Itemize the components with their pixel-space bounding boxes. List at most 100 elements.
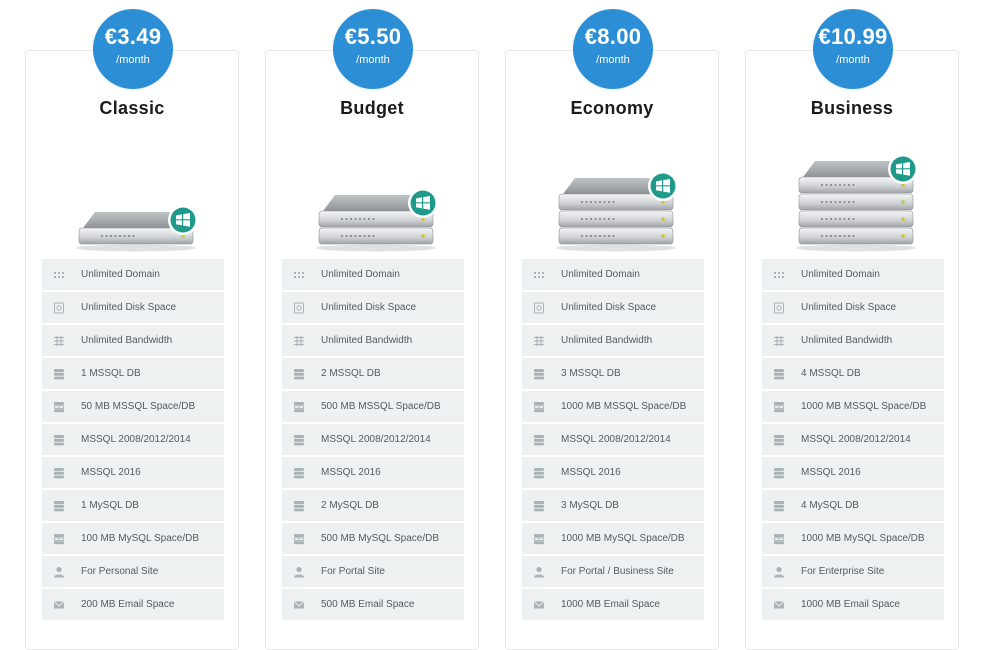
user-icon xyxy=(773,566,785,578)
email-icon xyxy=(293,599,305,611)
database-icon xyxy=(53,467,65,479)
feature-row-500-mb-mysql-space-db: 500 MB MySQL Space/DB xyxy=(282,523,464,554)
feature-row-unlimited-disk-space: Unlimited Disk Space xyxy=(42,292,224,323)
plan-title: Budget xyxy=(340,98,404,118)
feature-label: 500 MB MySQL Space/DB xyxy=(321,533,440,544)
price-period: /month xyxy=(836,54,870,66)
feature-row-unlimited-disk-space: Unlimited Disk Space xyxy=(762,292,944,323)
db-space-icon xyxy=(773,533,785,545)
feature-label: Unlimited Bandwidth xyxy=(561,335,653,346)
db-space-icon xyxy=(773,401,785,413)
feature-row-mssql-2008-2012-2014: MSSQL 2008/2012/2014 xyxy=(762,424,944,455)
feature-label: Unlimited Domain xyxy=(321,269,400,280)
feature-label: 1 MSSQL DB xyxy=(81,368,141,379)
price-amount: €10.99 xyxy=(818,24,888,49)
windows-icon xyxy=(648,171,678,201)
feature-label: MSSQL 2008/2012/2014 xyxy=(321,434,431,445)
feature-row-for-portal-business-site: For Portal / Business Site xyxy=(522,556,704,587)
domain-icon xyxy=(293,269,305,281)
database-icon xyxy=(533,368,545,380)
plan-card-classic: €3.49 /month Classic Unlimited Domain Unl… xyxy=(25,9,239,650)
feature-row-1-mysql-db: 1 MySQL DB xyxy=(42,490,224,521)
feature-row-unlimited-disk-space: Unlimited Disk Space xyxy=(522,292,704,323)
feature-label: Unlimited Bandwidth xyxy=(801,335,893,346)
feature-label: MSSQL 2008/2012/2014 xyxy=(801,434,911,445)
feature-label: 1000 MB MySQL Space/DB xyxy=(801,533,925,544)
feature-label: 3 MySQL DB xyxy=(561,500,619,511)
price-badge: €10.99 /month xyxy=(813,9,893,89)
windows-icon xyxy=(888,154,918,184)
feature-row-unlimited-bandwidth: Unlimited Bandwidth xyxy=(42,325,224,356)
feature-row-for-enterprise-site: For Enterprise Site xyxy=(762,556,944,587)
bandwidth-icon xyxy=(533,335,545,347)
feature-row-for-personal-site: For Personal Site xyxy=(42,556,224,587)
plan-title: Economy xyxy=(570,98,654,118)
price-amount: €5.50 xyxy=(344,24,402,49)
email-icon xyxy=(53,599,65,611)
domain-icon xyxy=(533,269,545,281)
bandwidth-icon xyxy=(53,335,65,347)
feature-list: Unlimited Domain Unlimited Disk Space Unli… xyxy=(762,259,944,622)
feature-label: 1000 MB MSSQL Space/DB xyxy=(801,401,927,412)
feature-label: 1000 MB Email Space xyxy=(801,599,900,610)
server-illustration xyxy=(796,154,918,252)
user-icon xyxy=(533,566,545,578)
plan-title: Business xyxy=(810,98,894,118)
db-space-icon xyxy=(53,401,65,413)
feature-row-unlimited-bandwidth: Unlimited Bandwidth xyxy=(282,325,464,356)
feature-row-unlimited-domain: Unlimited Domain xyxy=(282,259,464,290)
database-icon xyxy=(293,467,305,479)
feature-label: Unlimited Bandwidth xyxy=(321,335,413,346)
feature-row-mssql-2016: MSSQL 2016 xyxy=(522,457,704,488)
feature-row-1000-mb-email-space: 1000 MB Email Space xyxy=(762,589,944,620)
plan-title: Classic xyxy=(99,98,165,118)
feature-row-mssql-2016: MSSQL 2016 xyxy=(42,457,224,488)
feature-row-unlimited-domain: Unlimited Domain xyxy=(762,259,944,290)
feature-row-mssql-2016: MSSQL 2016 xyxy=(282,457,464,488)
feature-label: 2 MSSQL DB xyxy=(321,368,381,379)
feature-label: 3 MSSQL DB xyxy=(561,368,621,379)
feature-row-unlimited-disk-space: Unlimited Disk Space xyxy=(282,292,464,323)
feature-row-unlimited-domain: Unlimited Domain xyxy=(522,259,704,290)
database-icon xyxy=(53,500,65,512)
price-amount: €3.49 xyxy=(104,24,162,49)
price-badge: €8.00 /month xyxy=(573,9,653,89)
feature-row-1-mssql-db: 1 MSSQL DB xyxy=(42,358,224,389)
db-space-icon xyxy=(293,401,305,413)
server-illustration xyxy=(76,205,198,252)
database-icon xyxy=(533,467,545,479)
feature-list: Unlimited Domain Unlimited Disk Space Unli… xyxy=(282,259,464,622)
feature-label: 2 MySQL DB xyxy=(321,500,379,511)
domain-icon xyxy=(53,269,65,281)
feature-row-3-mysql-db: 3 MySQL DB xyxy=(522,490,704,521)
db-space-icon xyxy=(533,533,545,545)
bandwidth-icon xyxy=(293,335,305,347)
feature-label: Unlimited Disk Space xyxy=(81,302,177,313)
feature-label: Unlimited Domain xyxy=(801,269,880,280)
feature-row-unlimited-bandwidth: Unlimited Bandwidth xyxy=(762,325,944,356)
plan-card-economy: €8.00 /month Economy Unlimited Domain Unl… xyxy=(505,9,719,650)
feature-label: Unlimited Domain xyxy=(81,269,160,280)
feature-row-mssql-2008-2012-2014: MSSQL 2008/2012/2014 xyxy=(522,424,704,455)
feature-label: 4 MySQL DB xyxy=(801,500,859,511)
feature-row-mssql-2008-2012-2014: MSSQL 2008/2012/2014 xyxy=(282,424,464,455)
server-illustration xyxy=(316,188,438,252)
feature-row-100-mb-mysql-space-db: 100 MB MySQL Space/DB xyxy=(42,523,224,554)
user-icon xyxy=(53,566,65,578)
price-period: /month xyxy=(356,54,390,66)
pricing-plans: €3.49 /month Classic Unlimited Domain Unl… xyxy=(0,0,993,650)
feature-list: Unlimited Domain Unlimited Disk Space Unli… xyxy=(42,259,224,622)
database-icon xyxy=(533,434,545,446)
feature-label: Unlimited Disk Space xyxy=(801,302,897,313)
database-icon xyxy=(773,467,785,479)
feature-row-500-mb-email-space: 500 MB Email Space xyxy=(282,589,464,620)
feature-label: 4 MSSQL DB xyxy=(801,368,861,379)
feature-row-for-portal-site: For Portal Site xyxy=(282,556,464,587)
price-period: /month xyxy=(596,54,630,66)
feature-label: 50 MB MSSQL Space/DB xyxy=(81,401,196,412)
disk-icon xyxy=(293,302,305,314)
disk-icon xyxy=(53,302,65,314)
price-amount: €8.00 xyxy=(584,24,642,49)
feature-row-1000-mb-mssql-space-db: 1000 MB MSSQL Space/DB xyxy=(762,391,944,422)
feature-label: Unlimited Bandwidth xyxy=(81,335,173,346)
